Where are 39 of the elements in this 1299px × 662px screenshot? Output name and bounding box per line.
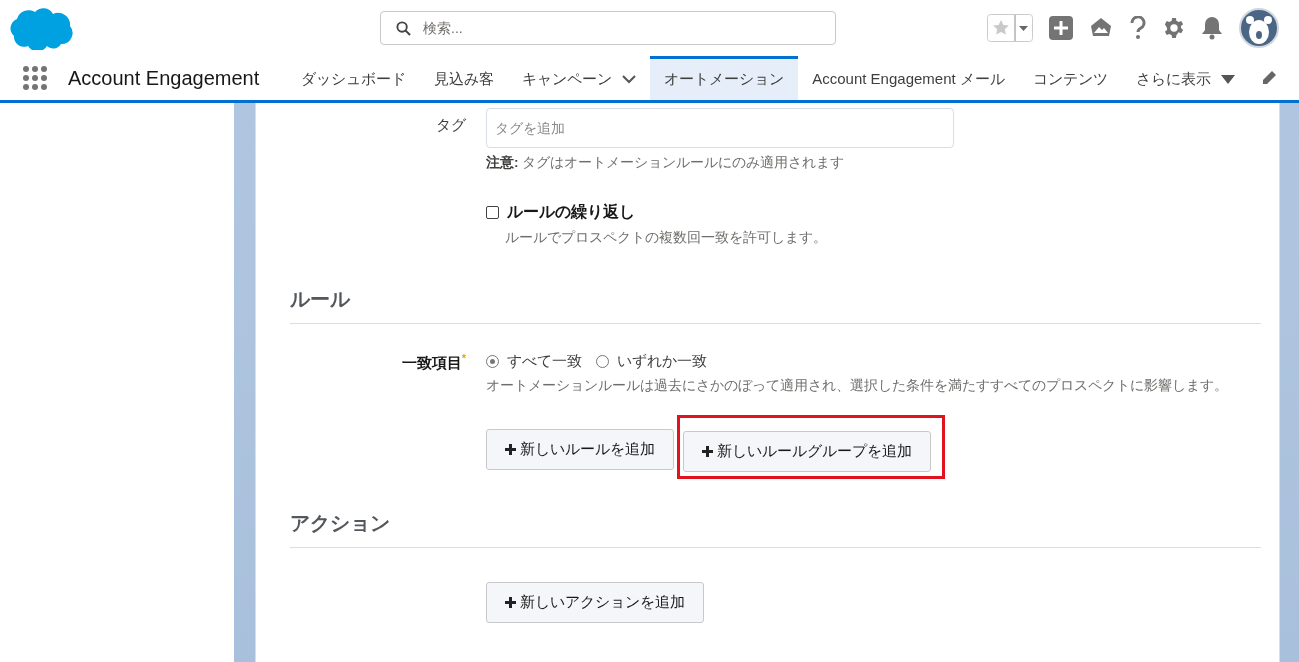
edit-pencil-icon[interactable] [1260, 70, 1277, 86]
app-name: Account Engagement [68, 66, 260, 90]
plus-icon [505, 597, 516, 608]
star-dropdown-icon[interactable] [987, 14, 1033, 42]
nav-tab[interactable]: Account Engagement メール [798, 56, 1019, 100]
checkbox-label: ルールの繰り返し [507, 202, 635, 222]
app-launcher-icon[interactable] [22, 65, 48, 91]
section-heading: アクション [290, 510, 1261, 548]
nav-tab[interactable]: キャンペーン [508, 56, 651, 100]
add-icon[interactable] [1049, 16, 1073, 40]
nav-tab[interactable]: ダッシュボード [287, 56, 421, 100]
radio-option[interactable]: いずれか一致 [596, 352, 707, 371]
plus-icon [505, 443, 516, 455]
repeat-checkbox[interactable] [486, 206, 499, 219]
tag-input-field[interactable]: タグを追加 [486, 108, 954, 148]
plus-icon [702, 446, 713, 457]
field-label: 一致項目$^{*}$ [400, 352, 466, 373]
section-heading: ルール [290, 286, 1261, 324]
settings-icon[interactable] [1163, 17, 1185, 39]
radio-option[interactable]: すべて一致 [486, 352, 582, 371]
avatar-icon[interactable] [1239, 8, 1279, 48]
add-button[interactable]: 新しいルールグループを追加 [683, 431, 931, 472]
checkbox-help-text: ルールでプロスペクトの複数回一致を許可します。 [505, 229, 828, 246]
search-field[interactable]: 検索... [380, 11, 836, 45]
caret-down-icon [1220, 75, 1235, 84]
help-icon[interactable] [1129, 16, 1147, 40]
add-action-button[interactable]: 新しいアクションを追加 [486, 582, 704, 623]
cloud-logo[interactable] [8, 6, 74, 50]
chevron-down-icon[interactable] [622, 75, 637, 84]
nav-tab[interactable]: コンテンツ [1018, 56, 1122, 100]
search-icon [396, 21, 411, 36]
field-label: タグ [435, 115, 466, 135]
nav-tab[interactable]: オートメーション [650, 56, 799, 100]
tag-note: 注意: タグはオートメーションルールにのみ適用されます [486, 154, 846, 172]
more-tab[interactable]: さらに表示 [1121, 56, 1249, 100]
add-button[interactable]: 新しいルールを追加 [486, 428, 674, 470]
nav-tab[interactable]: 見込み客 [420, 56, 509, 100]
rules-help-text: オートメーションルールは過去にさかのぼって適用され、選択した条件を満たすすべてのプロスペクトに影響します。 [486, 377, 1229, 394]
notification-bell-icon[interactable] [1201, 16, 1223, 40]
